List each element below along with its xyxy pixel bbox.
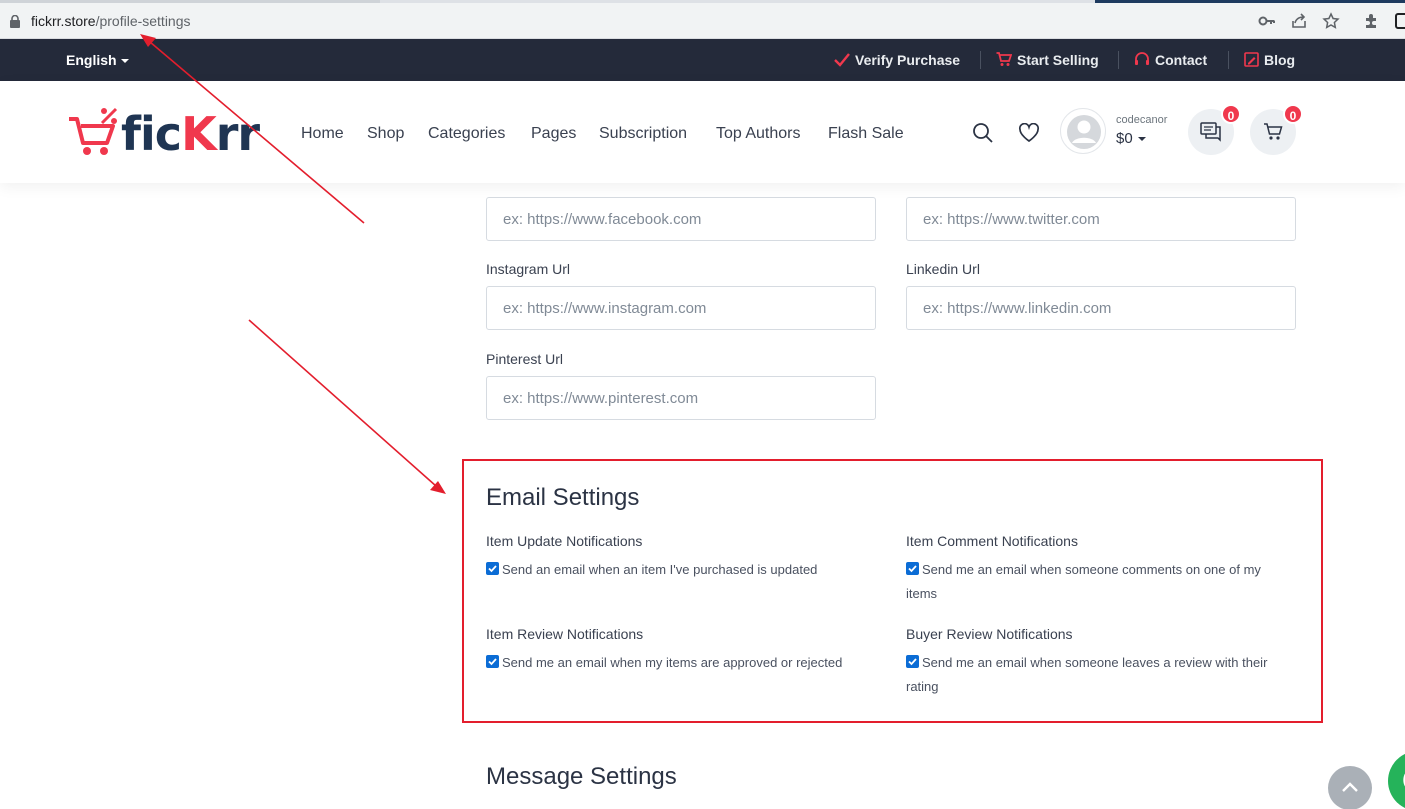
instagram-url-label: Instagram Url bbox=[486, 261, 571, 277]
language-label: English bbox=[66, 52, 117, 68]
heart-icon[interactable] bbox=[1018, 123, 1040, 143]
main-header: ficKrr Home Shop Categories Pages Subscr… bbox=[0, 81, 1405, 183]
checkmark-icon bbox=[488, 658, 497, 666]
arrow-to-email-settings bbox=[248, 319, 446, 494]
checkmark-icon bbox=[488, 565, 497, 573]
caret-down-icon bbox=[120, 59, 129, 64]
star-icon[interactable] bbox=[1322, 12, 1340, 30]
pinterest-url-input[interactable] bbox=[486, 376, 876, 420]
headset-icon bbox=[1135, 52, 1149, 65]
nav-flash-sale[interactable]: Flash Sale bbox=[828, 125, 904, 143]
item-comment-description: Send me an email when someone comments o… bbox=[906, 562, 1261, 601]
balance-value: $0 bbox=[1116, 130, 1133, 147]
item-update-description: Send an email when an item I've purchase… bbox=[502, 562, 818, 577]
buyer-review-description: Send me an email when someone leaves a r… bbox=[906, 655, 1268, 694]
verify-purchase-link[interactable]: Verify Purchase bbox=[834, 52, 960, 68]
item-comment-title: Item Comment Notifications bbox=[906, 533, 1078, 549]
contact-label: Contact bbox=[1155, 52, 1208, 68]
start-selling-link[interactable]: Start Selling bbox=[996, 52, 1099, 68]
blog-label: Blog bbox=[1264, 52, 1296, 68]
blog-icon bbox=[1244, 52, 1259, 67]
address-bar[interactable]: fickrr.store/profile-settings bbox=[0, 5, 1355, 37]
url-text: fickrr.store/profile-settings bbox=[31, 13, 191, 29]
language-selector[interactable]: English bbox=[66, 52, 129, 68]
divider bbox=[1228, 51, 1229, 69]
messages-count-badge: 0 bbox=[1221, 104, 1241, 124]
lock-icon bbox=[10, 15, 20, 28]
extensions-icon[interactable] bbox=[1362, 12, 1380, 30]
cart-logo-icon bbox=[69, 107, 118, 155]
avatar[interactable] bbox=[1060, 108, 1106, 154]
nav-home[interactable]: Home bbox=[301, 125, 344, 143]
facebook-url-input[interactable] bbox=[486, 197, 876, 241]
item-update-title: Item Update Notifications bbox=[486, 533, 643, 549]
divider bbox=[980, 51, 981, 69]
search-icon[interactable] bbox=[972, 122, 994, 144]
window-icon[interactable] bbox=[1395, 12, 1405, 30]
chevron-up-icon bbox=[1342, 782, 1358, 792]
user-avatar-icon bbox=[1067, 115, 1101, 149]
browser-toolbar: fickrr.store/profile-settings bbox=[0, 3, 1405, 39]
logo-text-start: fic bbox=[121, 107, 182, 161]
url-path: /profile-settings bbox=[95, 13, 191, 29]
cart-icon bbox=[1264, 123, 1283, 140]
cart-count-badge: 0 bbox=[1283, 104, 1303, 124]
twitter-url-input[interactable] bbox=[906, 197, 1296, 241]
balance-dropdown[interactable]: $0 bbox=[1116, 130, 1146, 147]
item-review-checkbox[interactable] bbox=[486, 655, 499, 668]
nav-categories[interactable]: Categories bbox=[428, 125, 505, 143]
nav-shop[interactable]: Shop bbox=[367, 125, 404, 143]
url-host: fickrr.store bbox=[31, 13, 96, 29]
item-update-checkbox[interactable] bbox=[486, 562, 499, 575]
contact-link[interactable]: Contact bbox=[1134, 52, 1207, 68]
messages-button[interactable]: 0 bbox=[1188, 104, 1241, 155]
chat-bubble-icon bbox=[1403, 773, 1405, 787]
nav-pages[interactable]: Pages bbox=[531, 125, 576, 143]
pinterest-url-label: Pinterest Url bbox=[486, 351, 564, 367]
item-review-description: Send me an email when my items are appro… bbox=[502, 655, 843, 670]
verify-purchase-label: Verify Purchase bbox=[855, 52, 961, 68]
site-logo[interactable]: ficKrr bbox=[67, 103, 260, 163]
linkedin-url-label: Linkedin Url bbox=[906, 261, 980, 277]
nav-subscription[interactable]: Subscription bbox=[599, 125, 687, 143]
buyer-review-title: Buyer Review Notifications bbox=[906, 626, 1073, 642]
cart-icon bbox=[996, 52, 1013, 66]
username: codecanor bbox=[1116, 114, 1168, 126]
logo-text-highlight: K bbox=[181, 107, 217, 161]
nav-top-authors[interactable]: Top Authors bbox=[716, 125, 801, 143]
top-bar: English Verify Purchase Start Selling Co… bbox=[0, 39, 1405, 81]
check-icon bbox=[834, 53, 850, 67]
item-review-title: Item Review Notifications bbox=[486, 626, 644, 642]
linkedin-url-input[interactable] bbox=[906, 286, 1296, 330]
chat-icon bbox=[1200, 122, 1221, 142]
blog-link[interactable]: Blog bbox=[1244, 52, 1295, 68]
instagram-url-input[interactable] bbox=[486, 286, 876, 330]
scroll-to-top-button[interactable] bbox=[1328, 766, 1372, 809]
logo-text-end: rr bbox=[215, 107, 260, 161]
logo-text: ficKrr bbox=[121, 107, 260, 161]
caret-down-icon bbox=[1137, 137, 1146, 142]
divider bbox=[1118, 51, 1119, 69]
key-icon[interactable] bbox=[1258, 12, 1276, 30]
cart-button[interactable]: 0 bbox=[1250, 104, 1303, 155]
share-icon[interactable] bbox=[1290, 12, 1308, 30]
whatsapp-chat-button[interactable] bbox=[1388, 751, 1405, 809]
email-settings-title: Email Settings bbox=[486, 484, 640, 511]
message-settings-title: Message Settings bbox=[486, 763, 677, 790]
start-selling-label: Start Selling bbox=[1017, 52, 1099, 68]
